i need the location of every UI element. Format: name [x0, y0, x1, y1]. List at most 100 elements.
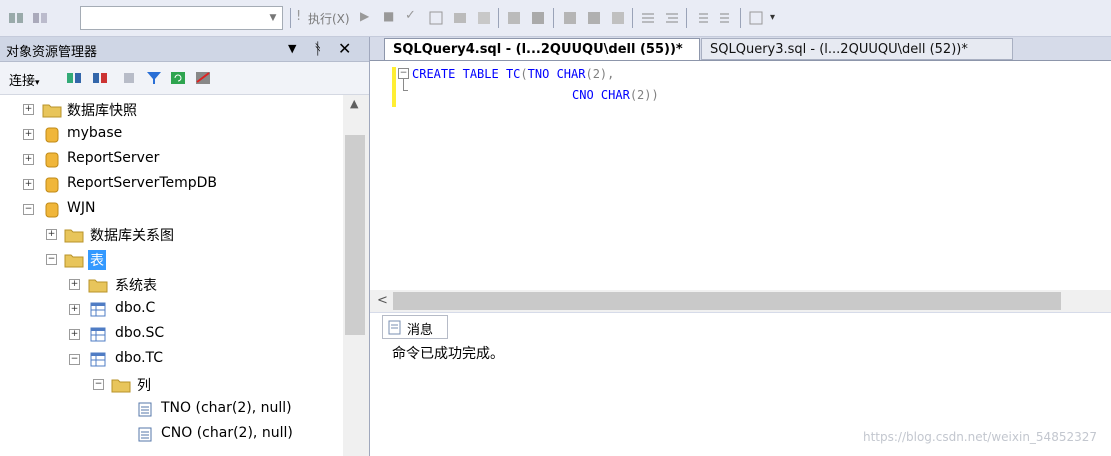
- object-explorer-title: 对象资源管理器: [6, 45, 98, 60]
- column-icon: [138, 402, 152, 417]
- outdent-icon[interactable]: [610, 10, 626, 26]
- result-message: 命令已成功完成。: [392, 346, 504, 362]
- table-icon: [90, 352, 106, 367]
- specify-values-icon[interactable]: [748, 10, 764, 26]
- toolbar-separator: [290, 8, 291, 28]
- results-to-grid-icon[interactable]: [506, 10, 522, 26]
- scrollbar-thumb[interactable]: [393, 292, 1061, 310]
- tree-node-label: 数据库快照: [67, 103, 137, 119]
- align-icon[interactable]: [640, 10, 656, 26]
- object-explorer-header: 对象资源管理器 ▼ ᚬ ✕: [0, 37, 369, 62]
- stop-icon[interactable]: ■: [383, 9, 394, 23]
- filter-icon[interactable]: [146, 70, 162, 86]
- expand-icon[interactable]: +: [69, 304, 80, 315]
- collapse-icon[interactable]: −: [23, 204, 34, 215]
- editor-area: SQLQuery4.sql - (l...2QUUQU\dell (55))* …: [370, 37, 1111, 456]
- tab-label: SQLQuery3.sql - (l...2QUUQU\dell (52))*: [710, 42, 968, 57]
- tab-sqlquery3[interactable]: SQLQuery3.sql - (l...2QUUQU\dell (52))*: [701, 38, 1013, 60]
- tree-node-column-tno[interactable]: TNO (char(2), null): [0, 399, 343, 421]
- close-icon[interactable]: ✕: [338, 39, 351, 58]
- disconnect-object-icon[interactable]: [92, 70, 108, 86]
- code-line-1: CREATE TABLE TC(TNO CHAR(2),: [412, 67, 614, 81]
- execute-button[interactable]: 执行(X): [308, 10, 350, 27]
- table-icon: [90, 327, 106, 342]
- debug-play-icon[interactable]: ▶: [360, 9, 369, 23]
- tree-node-dbo-c[interactable]: + dbo.C: [0, 299, 343, 321]
- tree-node-reportserver[interactable]: + ReportServer: [0, 149, 343, 171]
- collapse-icon[interactable]: −: [93, 379, 104, 390]
- collapse-icon[interactable]: −: [46, 254, 57, 265]
- toolbar-separator: [553, 8, 554, 28]
- sql-type: CHAR: [556, 67, 586, 81]
- tree-node-mybase[interactable]: + mybase: [0, 124, 343, 146]
- tree-node-dbo-sc[interactable]: + dbo.SC: [0, 324, 343, 346]
- object-explorer: 对象资源管理器 ▼ ᚬ ✕ 连接▾ + 数据库快照 + mybase + Rep…: [0, 37, 370, 456]
- tree-node-label: dbo.SC: [115, 325, 165, 341]
- connect-object-icon[interactable]: [66, 70, 82, 86]
- tree-node-tables[interactable]: − 表: [0, 249, 343, 271]
- toolbar-separator: [686, 8, 687, 28]
- expand-icon[interactable]: +: [23, 179, 34, 190]
- display-plan-icon[interactable]: [428, 10, 444, 26]
- connect-button[interactable]: 连接▾: [9, 70, 40, 89]
- tree-node-label: 列: [137, 378, 151, 394]
- tab-label: SQLQuery4.sql - (l...2QUUQU\dell (55))*: [393, 42, 683, 57]
- expand-icon[interactable]: +: [69, 329, 80, 340]
- connect-icon[interactable]: [8, 10, 24, 26]
- tree-node-label: dbo.TC: [115, 350, 164, 366]
- tab-messages[interactable]: 消息: [382, 315, 448, 339]
- folder-icon: [111, 379, 131, 393]
- toolbar-separator: [498, 8, 499, 28]
- query-options-icon[interactable]: [452, 10, 468, 26]
- tree-node-dbo-tc[interactable]: − dbo.TC: [0, 349, 343, 371]
- disconnect-icon[interactable]: [32, 10, 48, 26]
- sql-editor[interactable]: − CREATE TABLE TC(TNO CHAR(2), CNO CHAR(…: [370, 60, 1111, 291]
- expand-icon[interactable]: +: [23, 154, 34, 165]
- folder-icon: [42, 104, 62, 118]
- tab-label: 消息: [407, 323, 434, 338]
- tree-node-system-tables[interactable]: + 系统表: [0, 274, 343, 296]
- database-combo[interactable]: ▼: [80, 6, 283, 30]
- database-icon: [45, 202, 59, 218]
- tree-node-wjn[interactable]: − WJN: [0, 199, 343, 221]
- object-explorer-scrollbar[interactable]: ▲: [343, 95, 369, 456]
- results-to-file-icon[interactable]: [530, 10, 546, 26]
- scroll-left-icon[interactable]: <: [377, 293, 388, 308]
- tree-node-label: mybase: [67, 125, 123, 141]
- refresh-icon[interactable]: [170, 70, 186, 86]
- scroll-up-icon[interactable]: ▲: [350, 97, 358, 110]
- tree-node-columns[interactable]: − 列: [0, 374, 343, 396]
- folder-icon: [64, 254, 84, 268]
- editor-hscrollbar[interactable]: <: [370, 290, 1111, 312]
- object-explorer-toolbar: 连接▾: [0, 62, 369, 95]
- tree-node-database-diagrams[interactable]: + 数据库关系图: [0, 224, 343, 246]
- parse-icon[interactable]: ✓: [405, 8, 416, 23]
- results-to-text-icon[interactable]: [476, 10, 492, 26]
- decrease-indent-icon[interactable]: [718, 10, 734, 26]
- indent-icon[interactable]: [694, 10, 710, 26]
- activity-monitor-icon[interactable]: [195, 70, 211, 86]
- expand-icon[interactable]: +: [46, 229, 57, 240]
- pane-menu-icon[interactable]: ▼: [288, 42, 296, 55]
- pin-icon[interactable]: ᚬ: [313, 39, 323, 58]
- watermark: https://blog.csdn.net/weixin_54852327: [862, 430, 1097, 444]
- sql-punct: (: [520, 67, 528, 81]
- tree-node-reportservertempdb[interactable]: + ReportServerTempDB: [0, 174, 343, 196]
- sql-type: CHAR: [600, 88, 630, 102]
- tree-node-column-cno[interactable]: CNO (char(2), null): [0, 424, 343, 446]
- scrollbar-thumb[interactable]: [345, 135, 365, 335]
- collapse-icon[interactable]: −: [69, 354, 80, 365]
- overflow-chevron-icon[interactable]: ▾: [770, 12, 775, 23]
- uncomment-icon[interactable]: [586, 10, 602, 26]
- tree-node-database-snapshots[interactable]: + 数据库快照: [0, 99, 343, 121]
- comment-icon[interactable]: [562, 10, 578, 26]
- expand-icon[interactable]: +: [23, 104, 34, 115]
- align-2-icon[interactable]: [664, 10, 680, 26]
- toolbar: ▼ ! 执行(X) ▶ ■ ✓ ▾: [0, 0, 1111, 37]
- tab-sqlquery4[interactable]: SQLQuery4.sql - (l...2QUUQU\dell (55))*: [384, 38, 700, 60]
- expand-icon[interactable]: +: [23, 129, 34, 140]
- stop-icon[interactable]: [121, 70, 137, 86]
- tree-node-label: 数据库关系图: [90, 228, 174, 244]
- expand-icon[interactable]: +: [69, 279, 80, 290]
- chevron-down-icon[interactable]: ▼: [264, 7, 282, 29]
